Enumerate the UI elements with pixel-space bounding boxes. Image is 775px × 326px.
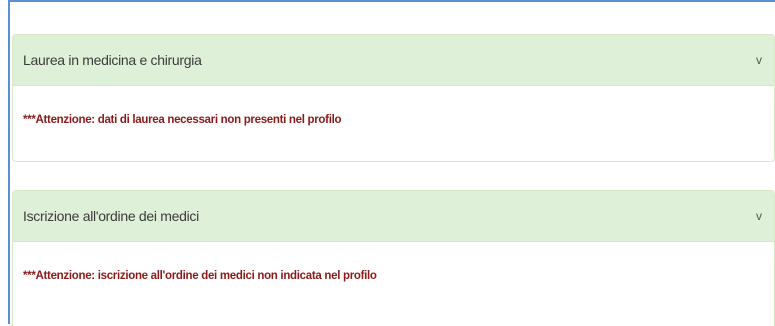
panel-title-iscrizione: Iscrizione all'ordine dei medici bbox=[23, 208, 199, 224]
panel-heading-iscrizione[interactable]: Iscrizione all'ordine dei medici v bbox=[13, 191, 774, 242]
panel-laurea: Laurea in medicina e chirurgia v ***Atte… bbox=[12, 34, 775, 162]
panel-body-laurea: ***Attenzione: dati di laurea necessari … bbox=[13, 86, 774, 156]
warning-message-iscrizione: ***Attenzione: iscrizione all'ordine dei… bbox=[23, 270, 377, 282]
chevron-down-icon[interactable]: v bbox=[756, 210, 762, 222]
content-frame: Laurea in medicina e chirurgia v ***Atte… bbox=[8, 0, 775, 326]
panel-title-laurea: Laurea in medicina e chirurgia bbox=[23, 52, 202, 68]
warning-message-laurea: ***Attenzione: dati di laurea necessari … bbox=[23, 114, 342, 126]
panel-heading-laurea[interactable]: Laurea in medicina e chirurgia v bbox=[13, 35, 774, 86]
panel-body-iscrizione: ***Attenzione: iscrizione all'ordine dei… bbox=[13, 242, 774, 312]
panel-iscrizione: Iscrizione all'ordine dei medici v ***At… bbox=[12, 190, 775, 326]
chevron-down-icon[interactable]: v bbox=[756, 54, 762, 66]
